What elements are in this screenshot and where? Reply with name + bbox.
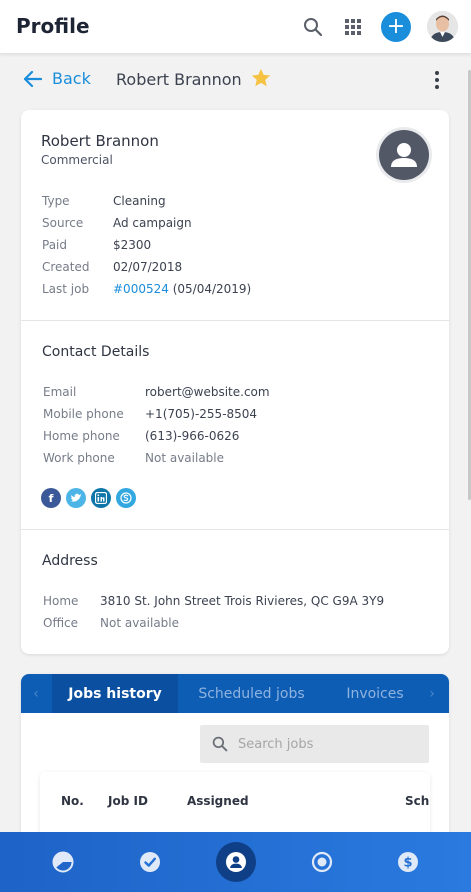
tab-scroll-right-icon[interactable]: › bbox=[421, 674, 443, 713]
column-header-scheduled[interactable]: Sch bbox=[405, 794, 429, 808]
detail-key: Paid bbox=[42, 238, 68, 252]
contact-value: Not available bbox=[145, 451, 225, 465]
page-title: Profile bbox=[16, 14, 90, 38]
contact-key: Email bbox=[43, 385, 77, 399]
detail-row-type: Type Cleaning bbox=[42, 194, 422, 214]
detail-value: 02/07/2018 bbox=[113, 260, 183, 274]
contact-value[interactable]: +1(705)-255-8504 bbox=[145, 407, 257, 421]
jobs-panel: ‹ Jobs history Scheduled jobs Invoices ›… bbox=[21, 674, 449, 844]
contact-key: Mobile phone bbox=[43, 407, 124, 421]
facebook-icon[interactable]: f bbox=[41, 488, 61, 508]
detail-value: Ad campaign bbox=[113, 216, 192, 230]
tab-scroll-left-icon[interactable]: ‹ bbox=[25, 674, 47, 713]
contact-row-home-phone: Home phone (613)-966-0626 bbox=[43, 429, 423, 449]
jobs-search bbox=[200, 725, 429, 763]
address-value[interactable]: 3810 St. John Street Trois Rivieres, QC … bbox=[100, 594, 384, 608]
contact-row-email: Email robert@website.com bbox=[43, 385, 423, 405]
record-icon[interactable] bbox=[292, 832, 352, 892]
last-job-date: (05/04/2019) bbox=[172, 282, 252, 296]
add-icon: + bbox=[386, 14, 406, 39]
customer-name: Robert Brannon bbox=[41, 132, 159, 150]
contact-row-work-phone: Work phone Not available bbox=[43, 451, 423, 471]
tab-jobs-history[interactable]: Jobs history bbox=[52, 674, 178, 713]
profile-card: Robert Brannon Commercial Type Cleaning … bbox=[21, 110, 449, 654]
tab-bar: ‹ Jobs history Scheduled jobs Invoices › bbox=[21, 674, 449, 713]
detail-key: Type bbox=[42, 194, 70, 208]
contact-details-title: Contact Details bbox=[42, 344, 150, 360]
search-icon[interactable] bbox=[299, 13, 327, 41]
address-row-home: Home 3810 St. John Street Trois Rivieres… bbox=[43, 594, 433, 614]
detail-row-source: Source Ad campaign bbox=[42, 216, 422, 236]
profile-icon[interactable] bbox=[206, 832, 266, 892]
bottom-nav: $ bbox=[0, 832, 471, 892]
detail-key: Last job bbox=[42, 282, 90, 296]
divider bbox=[21, 529, 449, 530]
dashboard-icon[interactable] bbox=[33, 832, 93, 892]
back-label: Back bbox=[52, 69, 91, 88]
skype-icon[interactable] bbox=[116, 488, 136, 508]
twitter-icon[interactable] bbox=[66, 488, 86, 508]
address-row-office: Office Not available bbox=[43, 616, 433, 636]
tab-scheduled-jobs[interactable]: Scheduled jobs bbox=[178, 674, 325, 713]
tab-invoices[interactable]: Invoices bbox=[325, 674, 425, 713]
billing-dollar-icon[interactable]: $ bbox=[378, 832, 438, 892]
contact-value[interactable]: (613)-966-0626 bbox=[145, 429, 239, 443]
header-customer-name: Robert Brannon bbox=[116, 70, 242, 89]
search-icon bbox=[212, 736, 228, 752]
back-row: Back Robert Brannon bbox=[0, 58, 471, 102]
address-key: Home bbox=[43, 594, 79, 608]
divider bbox=[21, 320, 449, 321]
customer-avatar bbox=[379, 130, 429, 180]
back-button[interactable]: Back bbox=[24, 69, 91, 88]
customer-category: Commercial bbox=[41, 153, 113, 167]
column-header-no[interactable]: No. bbox=[61, 794, 84, 808]
detail-value: $2300 bbox=[113, 238, 152, 252]
apps-grid-icon[interactable] bbox=[339, 13, 367, 41]
star-icon[interactable] bbox=[250, 67, 272, 93]
tasks-check-icon[interactable] bbox=[120, 832, 180, 892]
detail-row-created: Created 02/07/2018 bbox=[42, 260, 422, 280]
detail-value: Cleaning bbox=[113, 194, 166, 208]
contact-value[interactable]: robert@website.com bbox=[145, 385, 270, 399]
search-jobs-input[interactable] bbox=[238, 736, 418, 752]
arrow-left-icon bbox=[24, 70, 42, 87]
detail-key: Source bbox=[42, 216, 84, 230]
contact-key: Home phone bbox=[43, 429, 120, 443]
app-bar: Profile + bbox=[0, 0, 471, 54]
detail-key: Created bbox=[42, 260, 90, 274]
column-header-job-id[interactable]: Job ID bbox=[108, 794, 148, 808]
add-button[interactable]: + bbox=[381, 12, 411, 42]
column-header-assigned[interactable]: Assigned bbox=[187, 794, 249, 808]
address-key: Office bbox=[43, 616, 79, 630]
social-links: f bbox=[41, 488, 136, 508]
linkedin-icon[interactable] bbox=[91, 488, 111, 508]
detail-row-last-job: Last job #000524 (05/04/2019) bbox=[42, 282, 422, 302]
contact-key: Work phone bbox=[43, 451, 115, 465]
contact-row-mobile: Mobile phone +1(705)-255-8504 bbox=[43, 407, 423, 427]
svg-text:$: $ bbox=[403, 856, 412, 871]
address-title: Address bbox=[42, 553, 98, 569]
last-job-link[interactable]: #000524 bbox=[113, 282, 169, 296]
user-avatar[interactable] bbox=[427, 11, 458, 42]
more-options-icon[interactable] bbox=[428, 68, 446, 92]
address-value: Not available bbox=[100, 616, 180, 630]
detail-row-paid: Paid $2300 bbox=[42, 238, 422, 258]
